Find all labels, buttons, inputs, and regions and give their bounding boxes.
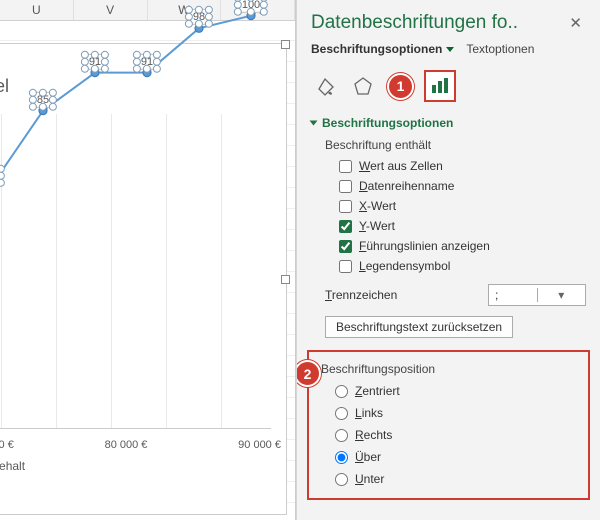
lbl-legend-key[interactable]: Legendensymbol [359, 259, 450, 273]
lbl-y-value[interactable]: Y-Wert [359, 219, 395, 233]
plot-area[interactable]: 60 000 € 80 000 € 90 000 € ches Gehalt 7… [0, 114, 271, 429]
effects-icon[interactable] [349, 72, 377, 100]
col-U[interactable]: U [0, 0, 74, 20]
close-icon[interactable]: ✕ [565, 10, 586, 36]
tab-label-options[interactable]: Beschriftungsoptionen [311, 42, 454, 56]
x-axis-labels: 60 000 € 80 000 € 90 000 € [0, 439, 281, 451]
lbl-leader-lines[interactable]: Führungslinien anzeigen [359, 239, 490, 253]
lbl-pos-right[interactable]: Rechts [355, 428, 392, 442]
rb-center[interactable] [335, 385, 348, 398]
resize-handle[interactable] [281, 40, 290, 49]
data-label[interactable]: 100 [237, 0, 265, 12]
chevron-down-icon: ▾ [537, 288, 586, 302]
label-contains-head: Beschriftung enthält [311, 134, 586, 156]
label-options-icon[interactable] [424, 70, 456, 102]
tab-text-options[interactable]: Textoptionen [466, 42, 534, 56]
fill-line-icon[interactable] [311, 72, 339, 100]
data-label[interactable]: 85 [32, 91, 54, 107]
line-series[interactable] [0, 114, 271, 429]
rb-right[interactable] [335, 429, 348, 442]
cb-series-name[interactable] [339, 180, 352, 193]
chevron-down-icon [446, 47, 454, 52]
cb-y-value[interactable] [339, 220, 352, 233]
cb-leader-lines[interactable] [339, 240, 352, 253]
label-position-head: Beschriftungsposition [317, 358, 580, 380]
label-position-group: 2 Beschriftungsposition Zentriert Links … [307, 350, 590, 500]
format-pane: Datenbeschriftungen fo.. ✕ Beschriftungs… [296, 0, 600, 520]
rb-below[interactable] [335, 473, 348, 486]
reset-label-text-button[interactable]: Beschriftungstext zurücksetzen [325, 316, 513, 338]
annotation-badge-1: 1 [387, 73, 414, 100]
col-V[interactable]: V [74, 0, 148, 20]
lbl-pos-above[interactable]: Über [355, 450, 381, 464]
lbl-series-name[interactable]: Datenreihenname [359, 179, 454, 193]
resize-handle[interactable] [281, 275, 290, 284]
cb-x-value[interactable] [339, 200, 352, 213]
separator-label: Trennzeichen [325, 288, 397, 302]
rb-left[interactable] [335, 407, 348, 420]
section-label-options[interactable]: Beschriftungsoptionen [311, 112, 586, 134]
lbl-value-from-cells[interactable]: Wert aus Zellen [359, 159, 443, 173]
chart-title[interactable]: mmtitel [0, 76, 9, 97]
lbl-pos-below[interactable]: Unter [355, 472, 384, 486]
data-label[interactable]: 91 [136, 53, 158, 69]
x-axis-title[interactable]: ches Gehalt [0, 459, 25, 473]
separator-combo[interactable]: ;▾ [488, 284, 586, 306]
collapse-icon [310, 121, 318, 126]
cb-value-from-cells[interactable] [339, 160, 352, 173]
lbl-pos-center[interactable]: Zentriert [355, 384, 400, 398]
worksheet-area[interactable]: U V W X mmtitel [0, 0, 296, 520]
pane-title: Datenbeschriftungen fo.. [311, 12, 518, 34]
data-label[interactable]: 98 [188, 9, 210, 25]
lbl-pos-left[interactable]: Links [355, 406, 383, 420]
data-label[interactable]: 73 [0, 167, 2, 183]
embedded-chart[interactable]: mmtitel 60 000 € 80 000 € 90 000 € ches … [0, 43, 287, 515]
lbl-x-value[interactable]: X-Wert [359, 199, 396, 213]
data-label[interactable]: 91 [84, 53, 106, 69]
cb-legend-key[interactable] [339, 260, 352, 273]
rb-above[interactable] [335, 451, 348, 464]
